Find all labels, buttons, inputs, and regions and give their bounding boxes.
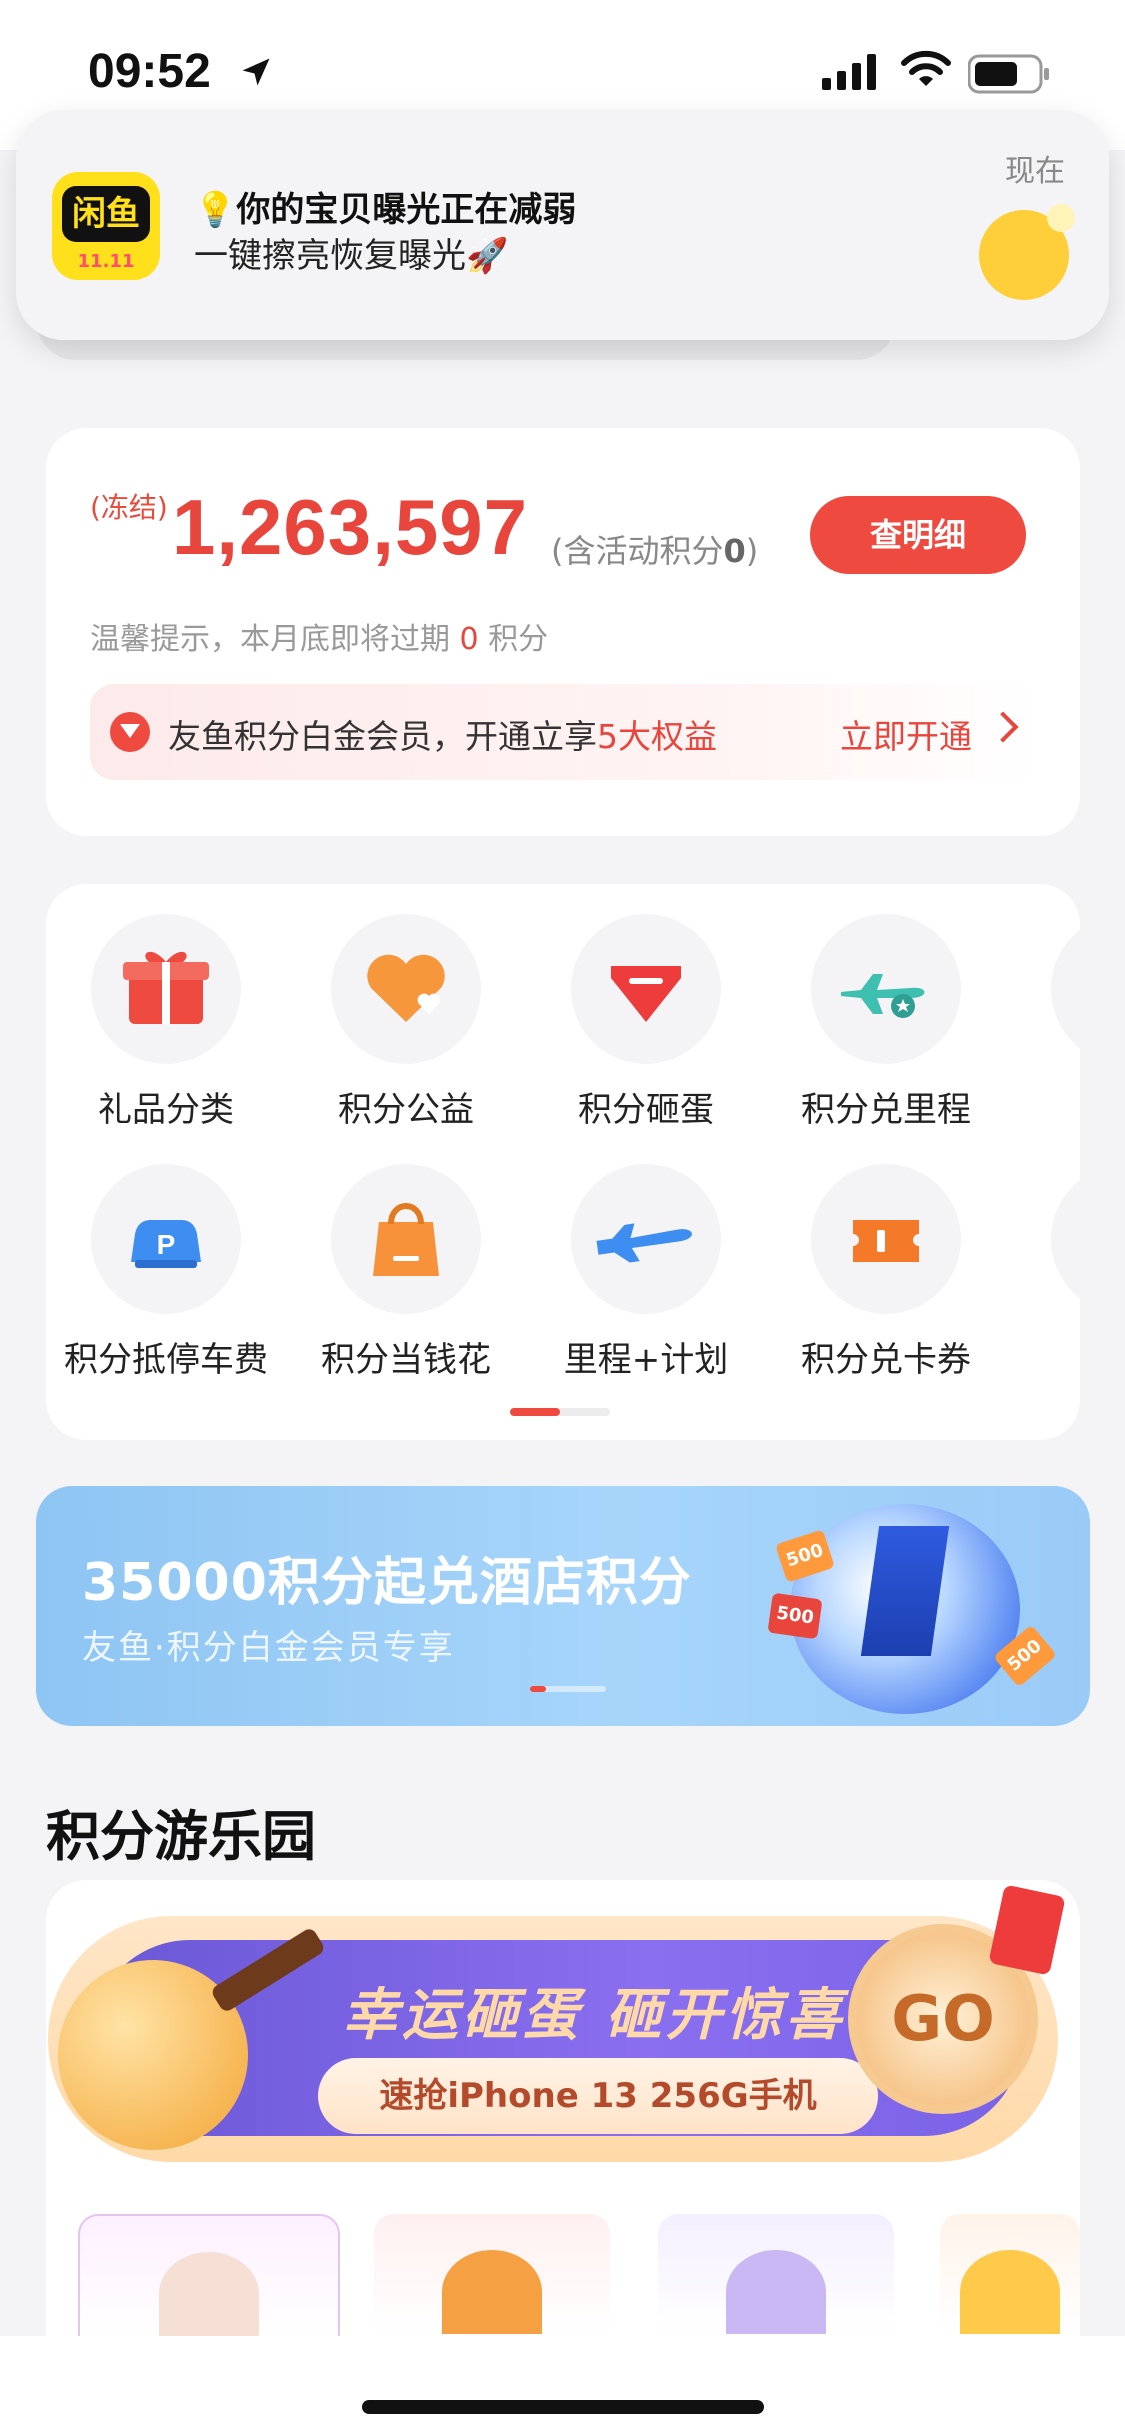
banner-title: 35000积分起兑酒店积分 <box>82 1553 692 1613</box>
game-title: 幸运砸蛋 砸开惊喜 <box>342 1983 846 2048</box>
category-gift[interactable]: 礼品分类 <box>46 914 286 1131</box>
parking-car-icon: P <box>91 1164 241 1314</box>
category-label: 云 <box>1006 1332 1080 1381</box>
lightbulb-icon: 💡 <box>194 190 237 230</box>
game-tile-wheel[interactable] <box>374 2214 610 2334</box>
airplane-icon <box>571 1164 721 1314</box>
xianyu-app-icon: 闲鱼 11.11 <box>52 172 160 280</box>
category-label: 积分砸蛋 <box>578 1090 714 1130</box>
home-indicator-area <box>0 2336 1125 2435</box>
shopping-bag-icon <box>331 1164 481 1314</box>
airplane-star-icon <box>811 914 961 1064</box>
notification-body: 一键擦亮恢复曝光🚀 <box>194 236 509 276</box>
svg-text:P: P <box>157 1229 176 1260</box>
chevron-right-icon <box>987 711 1019 743</box>
activate-now-link[interactable]: 立即开通 <box>840 710 972 758</box>
category-label: 积分 <box>1006 1082 1080 1131</box>
coupon-icon: 500 <box>767 1592 823 1640</box>
category-vouchers[interactable]: 积分兑卡券 <box>766 1164 1006 1381</box>
category-charity[interactable]: 积分公益 <box>286 914 526 1131</box>
category-mileage[interactable]: 积分兑里程 <box>766 914 1006 1131</box>
home-indicator[interactable] <box>362 2400 764 2414</box>
lucky-wheel-icon <box>442 2250 542 2334</box>
mascot-icon <box>979 204 1075 300</box>
view-details-button[interactable]: 查明细 <box>810 496 1026 574</box>
category-label: 积分抵停车费 <box>64 1340 268 1380</box>
member-text: 友鱼积分白金会员，开通立享5大权益 <box>168 717 717 756</box>
points-card: (冻结) 1,263,597 (含活动积分0) 查明细 温馨提示，本月底即将过期… <box>46 428 1080 836</box>
rocket-icon: 🚀 <box>466 236 509 276</box>
section-title: 积分游乐园 <box>46 1805 316 1868</box>
notification-time: 现在 <box>1005 154 1065 189</box>
gift-icon <box>91 914 241 1064</box>
banner-page-indicator <box>530 1686 606 1692</box>
notification-title: 💡你的宝贝曝光正在减弱 <box>194 190 577 230</box>
status-time: 09:52 <box>88 45 211 98</box>
expiry-tip: 温馨提示，本月底即将过期 0 积分 <box>90 622 549 657</box>
category-label: 积分当钱花 <box>321 1340 491 1380</box>
category-label: 里程+计划 <box>563 1340 729 1380</box>
category-egg-smash[interactable]: 积分砸蛋 <box>526 914 766 1131</box>
category-partial[interactable]: 云 <box>1006 1164 1080 1381</box>
app-logo: 闲鱼 <box>62 186 150 242</box>
category-label: 积分兑里程 <box>801 1090 971 1130</box>
activity-points: (含活动积分0) <box>551 532 759 570</box>
category-label: 积分公益 <box>338 1090 474 1130</box>
ticket-icon <box>811 1164 961 1314</box>
app-badge: 11.11 <box>77 251 135 272</box>
game-tile-rocket[interactable] <box>658 2214 894 2334</box>
partial-icon <box>1051 914 1080 1064</box>
diamond-badge-icon <box>110 712 150 752</box>
platinum-member-bar[interactable]: 友鱼积分白金会员，开通立享5大权益 立即开通 <box>90 684 1036 780</box>
smiley-icon <box>960 2250 1060 2334</box>
category-parking[interactable]: P 积分抵停车费 <box>46 1164 286 1381</box>
banner-subtitle: 友鱼·积分白金会员专享 <box>82 1628 455 1668</box>
heart-icon <box>331 914 481 1064</box>
game-subtitle-pill: 速抢iPhone 13 256G手机 <box>318 2058 878 2134</box>
category-grid: 礼品分类 积分公益 积分砸蛋 积分兑里程 积分 P 积分抵停车费 积分当钱花 <box>46 884 1080 1440</box>
push-notification[interactable]: 闲鱼 11.11 💡你的宝贝曝光正在减弱 一键擦亮恢复曝光🚀 现在 <box>16 110 1109 340</box>
category-partial[interactable]: 积分 <box>1006 914 1080 1131</box>
gem-icon <box>571 914 721 1064</box>
category-label: 礼品分类 <box>98 1090 234 1130</box>
frozen-label: (冻结) <box>90 491 168 524</box>
points-balance: 1,263,597 <box>172 483 529 571</box>
cow-mascot-icon <box>159 2252 259 2336</box>
game-tile-cow[interactable] <box>78 2214 340 2336</box>
partial-icon <box>1051 1164 1080 1314</box>
game-subtitle: 速抢iPhone 13 256G手机 <box>379 2076 817 2116</box>
rocket-icon <box>726 2250 826 2334</box>
egg-smash-banner[interactable]: 幸运砸蛋 砸开惊喜 速抢iPhone 13 256G手机 GO <box>48 1884 1066 2162</box>
category-label: 积分兑卡券 <box>801 1340 971 1380</box>
game-tile-emoji[interactable] <box>940 2214 1080 2334</box>
page-indicator <box>510 1408 610 1416</box>
hotel-points-banner[interactable]: 35000积分起兑酒店积分 友鱼·积分白金会员专享 500 500 500 <box>36 1486 1090 1726</box>
category-spend[interactable]: 积分当钱花 <box>286 1164 526 1381</box>
category-mileage-plan[interactable]: 里程+计划 <box>526 1164 766 1381</box>
wifi-icon <box>901 50 951 86</box>
battery-icon <box>968 54 1049 94</box>
location-arrow-icon <box>242 58 270 86</box>
cellular-signal-icon <box>822 54 876 90</box>
